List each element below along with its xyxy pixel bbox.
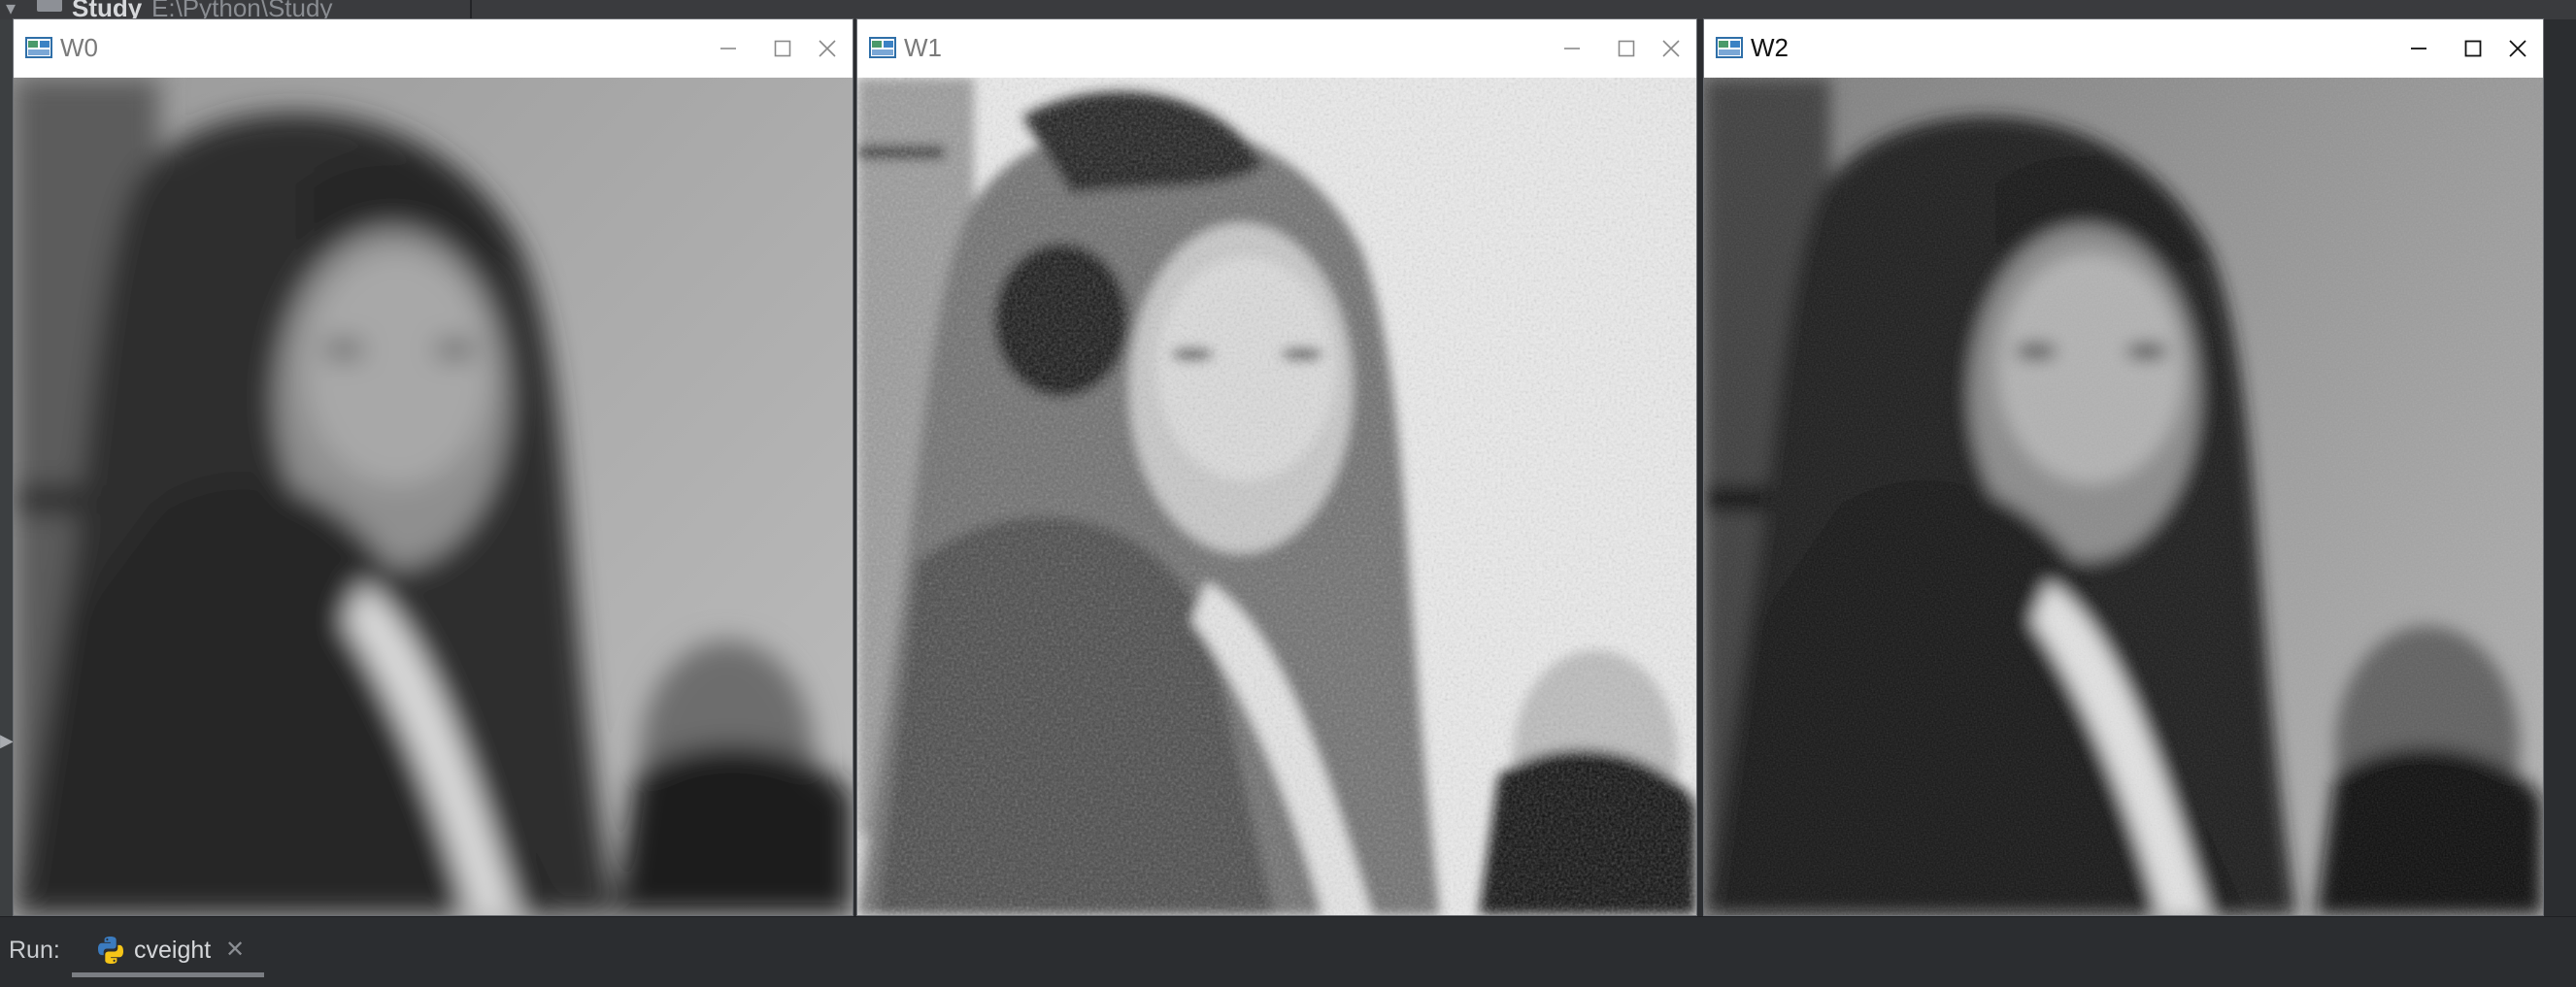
run-label: Run: [9,937,60,965]
opencv-window-icon [25,36,52,59]
maximize-icon [773,39,792,58]
maximize-icon [1617,39,1636,58]
window-titlebar[interactable]: W0 [14,19,853,78]
close-tab-icon[interactable]: ✕ [225,936,245,964]
image-view[interactable] [14,78,853,915]
portrait-image [1704,78,2543,915]
opencv-window-icon [1716,36,1743,59]
close-icon [2508,39,2527,58]
minimize-button[interactable] [707,31,750,66]
ide-project-header: ▾ Study E:\Python\Study [0,0,2576,19]
minimize-icon [719,39,738,58]
close-icon [1661,39,1681,58]
run-tab-label: cveight [134,937,211,965]
portrait-image [14,78,853,915]
close-button[interactable] [2496,31,2539,66]
python-icon [95,935,126,966]
maximize-button[interactable] [1605,31,1648,66]
gutter-arrow-icon[interactable]: ▶ [0,731,14,751]
close-button[interactable] [1650,31,1692,66]
portrait-image [857,78,1696,915]
close-icon [818,39,837,58]
maximize-icon [2463,39,2483,58]
folder-icon [37,0,62,12]
window-title: W2 [1751,33,1789,63]
image-window-w2[interactable]: W2 [1704,19,2543,915]
window-title: W0 [60,33,98,63]
active-tab-indicator [72,972,264,977]
window-titlebar[interactable]: W2 [1704,19,2543,78]
opencv-window-icon [869,36,896,59]
minimize-button[interactable] [1551,31,1593,66]
minimize-icon [2409,39,2428,58]
ide-left-gutter: ▶ [0,19,14,916]
image-view[interactable] [1704,78,2543,915]
desktop: ▾ Study E:\Python\Study ▶ W0 [0,0,2576,987]
maximize-button[interactable] [761,31,804,66]
tree-expand-arrow-icon[interactable]: ▾ [6,0,16,20]
image-window-w1[interactable]: W1 [857,19,1696,915]
window-titlebar[interactable]: W1 [857,19,1696,78]
panel-divider [470,0,472,19]
maximize-button[interactable] [2452,31,2494,66]
image-view[interactable] [857,78,1696,915]
run-tab-cveight[interactable]: cveight ✕ [72,927,264,977]
run-tool-window-bar: Run: cveight ✕ [0,916,2576,987]
minimize-button[interactable] [2397,31,2440,66]
window-title: W1 [904,33,942,63]
minimize-icon [1562,39,1582,58]
image-window-w0[interactable]: W0 [14,19,853,915]
close-button[interactable] [806,31,849,66]
